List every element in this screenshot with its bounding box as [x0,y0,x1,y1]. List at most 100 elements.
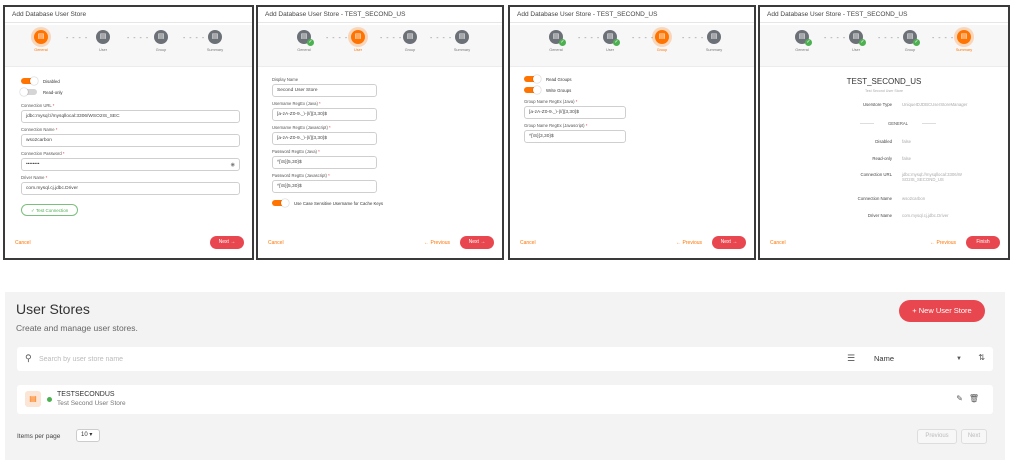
group-regex-js-label: Group Name RegEx (Javascript) * [524,123,588,128]
step-user[interactable]: ▤ User [83,30,123,52]
search-icon: ⚲ [25,353,32,363]
finish-button[interactable]: Finish [966,236,1000,249]
driver-name-label: Driver Name * [21,175,48,180]
page-subtitle: Create and manage user stores. [16,323,138,333]
toggle-read-only[interactable]: Read-only [20,87,240,97]
username-regex-js-input[interactable]: [a-zA-Z0-9._\-|//]{3,30}$ [272,132,377,145]
username-regex-java-input[interactable]: [a-zA-Z0-9._\-|//]{3,30}$ [272,108,377,121]
display-name-input[interactable]: Second User Store [272,84,377,97]
step-user[interactable]: ▤ User [338,30,378,52]
connection-password-input[interactable]: •••••••• ◉ [21,158,240,171]
database-icon: ▤ ✓ [903,30,920,46]
step-group[interactable]: ▤ Group [390,30,430,52]
wizard-stepper: ▤ ✓ General - - - - ▤ User - - - - ▤ Group -… [258,25,502,67]
toggle-switch[interactable] [524,86,541,94]
step-general[interactable]: ▤ ✓ General [782,30,822,52]
step-summary[interactable]: ▤ Summary [944,30,984,52]
search-input[interactable] [39,352,639,366]
toggle-write-groups[interactable]: Write Groups [524,85,626,95]
summary-store-description: Test Second User Store [865,89,903,93]
summary-general-heading: GENERAL [860,121,936,126]
pagination-previous-button[interactable]: Previous [917,429,957,444]
database-icon: ▤ [455,30,469,44]
password-regex-js-input[interactable]: ^[\S]{5,30}$ [272,180,377,193]
wizard-stepper: ▤ ✓ General - - - - ▤ ✓ User - - - - ▤ ✓ Group… [760,25,1008,67]
cancel-button[interactable]: Cancel [770,240,786,246]
step-group[interactable]: ▤ Group [141,30,181,52]
display-name-label: Display Name [272,77,299,82]
sort-dropdown[interactable]: Name ▼ [874,352,974,366]
check-icon: ✓ [307,39,314,46]
panel-actions: Cancel ← Previous Next → [520,236,746,250]
step-summary[interactable]: ▤ Summary [442,30,482,52]
pagination-next-button[interactable]: Next [961,429,987,444]
caret-down-icon: ▼ [956,356,962,362]
step-group[interactable]: ▤ Group [642,30,682,52]
step-general[interactable]: ▤ ✓ General [536,30,576,52]
connection-url-label: Connection URL * [21,103,55,108]
summary-row-connection-name: Connection Name wso2carbon [857,196,926,201]
database-icon: ▤ [351,30,365,44]
next-button[interactable]: Next → [712,236,746,249]
toggle-disabled[interactable]: Disabled [21,76,240,86]
list-item[interactable]: ▤ TESTSECONDUS Test Second User Store ✎ … [17,385,993,414]
items-per-page-select[interactable]: 10 ▾ [76,429,100,442]
wizard-panel-user: Add Database User Store - TEST_SECOND_US… [256,5,504,260]
toggle-switch[interactable] [272,199,289,207]
database-icon: ▤ ✓ [603,30,620,46]
filter-icon[interactable]: ☰ [847,353,855,364]
check-icon: ✓ [913,39,920,46]
username-regex-java-label: Username RegEx (Java) * [272,101,321,106]
userstore-name: TESTSECONDUS [57,391,115,398]
cancel-button[interactable]: Cancel [520,240,536,246]
previous-button[interactable]: ← Previous [676,240,702,246]
database-icon: ▤ ✓ [795,30,812,46]
step-user[interactable]: ▤ ✓ User [836,30,876,52]
previous-button[interactable]: ← Previous [930,240,956,246]
toggle-switch[interactable] [20,88,37,96]
step-general[interactable]: ▤ General [21,30,61,52]
step-user[interactable]: ▤ ✓ User [590,30,630,52]
step-summary[interactable]: ▤ Summary [195,30,235,52]
search-bar: ⚲ ☰ Name▼ ⇅ [17,347,993,371]
database-icon: ▤ [957,30,971,44]
group-regex-java-input[interactable]: [a-zA-Z0-9._\-|//]{3,30}$ [524,106,626,119]
group-regex-js-input[interactable]: ^[\S]{3,30}$ [524,130,626,143]
pencil-icon[interactable]: ✎ [956,394,963,403]
form-body: Read Groups Write Groups Group Name RegE… [524,73,626,143]
toggle-read-groups[interactable]: Read Groups [524,74,626,84]
new-user-store-button[interactable]: + New User Store [899,300,985,322]
panel-title: Add Database User Store - TEST_SECOND_US [258,7,502,23]
database-icon: ▤ ✓ [297,30,314,46]
check-icon: ✓ [559,39,566,46]
panel-actions: Cancel Next → [15,236,244,250]
password-regex-java-input[interactable]: ^[\S]{5,30}$ [272,156,377,169]
plus-icon: + [912,306,917,315]
next-button[interactable]: Next → [460,236,494,249]
panel-title: Add Database User Store - TEST_SECOND_US [510,7,754,23]
cancel-button[interactable]: Cancel [268,240,284,246]
toggle-case-sensitive[interactable]: Use Case Sensitive Username for Cache Ke… [272,197,422,209]
database-icon: ▤ ✓ [549,30,566,46]
step-summary[interactable]: ▤ Summary [694,30,734,52]
eye-icon[interactable]: ◉ [231,162,235,168]
step-general[interactable]: ▤ ✓ General [284,30,324,52]
trash-icon[interactable]: 🗑 [969,394,979,403]
toggle-switch[interactable] [524,75,541,83]
previous-button[interactable]: ← Previous [424,240,450,246]
cancel-button[interactable]: Cancel [15,240,31,246]
user-stores-page: User Stores Create and manage user store… [5,292,1005,460]
driver-name-input[interactable]: com.mysql.cj.jdbc.Driver [21,182,240,195]
step-group[interactable]: ▤ ✓ Group [890,30,930,52]
wizard-stepper: ▤ General - - - - ▤ User - - - - ▤ Group - … [5,25,252,67]
next-button[interactable]: Next → [210,236,244,249]
database-icon: ▤ ✓ [849,30,866,46]
items-per-page-label: Items per page [17,433,61,440]
summary-row-disabled: Disabled false [875,139,912,144]
toggle-switch[interactable] [21,77,38,85]
test-connection-button[interactable]: ✓ Test Connection [21,204,79,216]
database-icon: ▤ [707,30,721,44]
sort-icon[interactable]: ⇅ [978,353,985,362]
connection-url-input[interactable]: jdbc:mysql://mysqllocal:3306/WSO2IS_SEC [21,110,240,123]
connection-name-input[interactable]: wso2carbon [21,134,240,147]
